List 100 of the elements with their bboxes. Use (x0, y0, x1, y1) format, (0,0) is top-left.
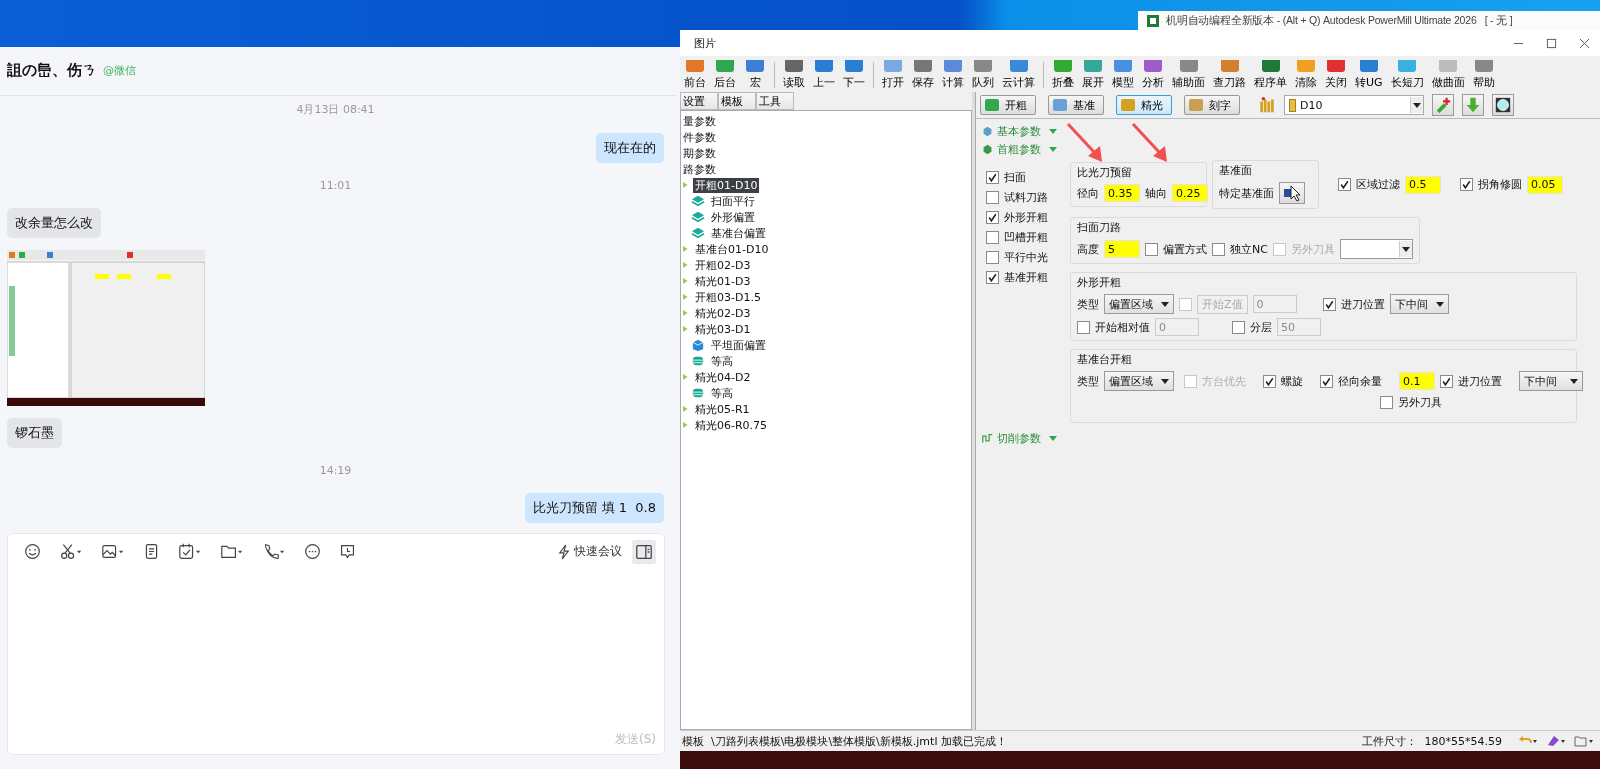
checkbox[interactable] (986, 191, 999, 204)
mode-button[interactable]: 精光 (1116, 95, 1172, 115)
tree-item[interactable]: 基准台01-D10 (693, 241, 771, 257)
toolbar-button[interactable]: 打开 (878, 60, 908, 90)
toolbar-button[interactable]: 清除 (1291, 60, 1321, 90)
tree-item[interactable]: 量参数 (681, 113, 718, 129)
tree-item[interactable]: 等高 (709, 353, 735, 369)
paint-icon[interactable] (1546, 735, 1566, 747)
toolbar-button[interactable]: 读取 (779, 60, 809, 90)
tree-item[interactable]: 精光01-D3 (693, 273, 753, 289)
mode-button[interactable]: 基准 (1048, 95, 1104, 115)
side-panel-button[interactable] (632, 539, 656, 564)
checkbox[interactable] (1145, 242, 1158, 256)
expand-icon[interactable] (1049, 435, 1057, 441)
tree-item[interactable]: 外形偏置 (709, 209, 757, 225)
checkbox[interactable] (1338, 178, 1351, 191)
add-tool-button[interactable] (1432, 94, 1454, 116)
tree-item[interactable]: 平坦面偏置 (709, 337, 768, 353)
scissors-icon[interactable] (59, 543, 83, 561)
tree-item[interactable]: 路参数 (681, 161, 718, 177)
toolbar-button[interactable]: 做曲面 (1427, 60, 1469, 90)
mode-button[interactable]: 刻字 (1184, 95, 1240, 115)
calendar-check-icon[interactable] (178, 543, 202, 561)
toolbar-button[interactable]: 队列 (968, 60, 998, 90)
chat-history-icon[interactable] (339, 543, 356, 561)
checkbox[interactable] (986, 251, 999, 264)
input-field[interactable]: 0.05 (1527, 175, 1563, 194)
checkbox[interactable] (1077, 320, 1090, 334)
toolbar-button[interactable]: 宏 (740, 60, 770, 90)
pick-button[interactable] (1279, 182, 1305, 204)
dropdown[interactable]: 下中间 (1389, 294, 1449, 314)
toolbar-button[interactable]: 帮助 (1468, 60, 1499, 90)
checkbox[interactable] (986, 211, 999, 224)
tree-item[interactable]: 精光04-D2 (693, 369, 753, 385)
tree-item[interactable]: 件参数 (681, 129, 718, 145)
section-toggle[interactable]: 切削参数 (997, 430, 1041, 446)
tab[interactable]: 工具 (756, 92, 794, 110)
input-field[interactable]: 5 (1104, 240, 1140, 258)
toolbar-button[interactable]: 展开 (1078, 60, 1108, 90)
frame-button[interactable] (1492, 94, 1514, 116)
tree-item[interactable]: 开粗03-D1.5 (693, 289, 763, 305)
toolbar-button[interactable]: 上一 (809, 60, 839, 90)
maximize-icon[interactable] (1546, 37, 1557, 49)
tree-item[interactable]: 精光02-D3 (693, 305, 753, 321)
tree-item[interactable]: 精光03-D1 (693, 321, 753, 337)
dropdown[interactable]: 下中间 (1519, 371, 1583, 391)
checkbox[interactable] (986, 171, 999, 184)
toolbar-button[interactable]: 长短刀 (1386, 60, 1428, 90)
dropdown[interactable] (1339, 239, 1413, 259)
folder-icon[interactable] (1574, 735, 1594, 747)
toolbar-button[interactable]: 辅助面 (1168, 60, 1209, 90)
tree-item[interactable]: 精光05-R1 (693, 401, 752, 417)
background-window[interactable]: 机明自动编程全新版本 - (Alt + Q) Autodesk PowerMill Ultimate 2026 [ - 无 ] (1138, 11, 1600, 30)
close-icon[interactable] (1579, 37, 1590, 49)
mode-button[interactable]: 开粗 (980, 95, 1036, 115)
toolbar-button[interactable]: 后台 (710, 60, 740, 90)
message-input[interactable]: 快速会议 发送(S) (7, 532, 665, 755)
toolbar-button[interactable]: 前台 (680, 60, 710, 90)
tree-item[interactable]: 开粗02-D3 (693, 257, 753, 273)
tree-item[interactable]: 精光06-R0.75 (693, 417, 770, 433)
input-field[interactable]: 0.5 (1405, 175, 1441, 194)
document-icon[interactable] (143, 543, 160, 561)
toolbar-button[interactable]: 云计算 (998, 60, 1039, 90)
checkbox[interactable] (1380, 396, 1393, 409)
toolbar-button[interactable]: 关闭 (1321, 60, 1351, 90)
toolbar-button[interactable]: 模型 (1108, 60, 1138, 90)
folder-icon[interactable] (220, 543, 244, 561)
tool-dropdown[interactable]: D10 (1284, 95, 1424, 115)
checkbox[interactable] (1263, 374, 1276, 388)
download-button[interactable] (1462, 94, 1484, 116)
checkbox[interactable] (1322, 297, 1336, 311)
toolbar-button[interactable]: 程序单 (1250, 60, 1291, 90)
tree-item[interactable]: 开粗01-D10 (693, 177, 760, 193)
expand-icon[interactable] (1049, 146, 1057, 152)
checkbox[interactable] (1320, 374, 1333, 388)
dropdown[interactable]: 偏置区域 (1104, 294, 1174, 314)
toolbar-button[interactable]: 保存 (908, 60, 938, 90)
checkbox[interactable] (986, 231, 999, 244)
toolbar-button[interactable]: 下一 (839, 60, 869, 90)
section-toggle[interactable]: 基本参数 (997, 123, 1041, 139)
input-field[interactable]: 0.25 (1172, 184, 1208, 202)
image-icon[interactable] (101, 543, 125, 561)
checkbox[interactable] (986, 271, 999, 284)
tree-item[interactable]: 期参数 (681, 145, 718, 161)
quick-meeting-button[interactable]: 快速会议 (558, 543, 622, 561)
toolbar-button[interactable]: 转UG (1351, 60, 1387, 90)
input-field[interactable]: 0.35 (1104, 184, 1140, 202)
checkbox[interactable] (1440, 374, 1453, 388)
tree-item[interactable]: 基准台偏置 (709, 225, 768, 241)
toolbar-button[interactable]: 查刀路 (1209, 60, 1250, 90)
screenshot-drawing[interactable] (7, 249, 205, 406)
toolbar-button[interactable]: 折叠 (1048, 60, 1078, 90)
dropdown[interactable]: 偏置区域 (1104, 371, 1174, 391)
checkbox[interactable] (1212, 242, 1225, 256)
input-field[interactable]: 0.1 (1399, 372, 1435, 390)
phone-icon[interactable] (262, 543, 286, 561)
tab[interactable]: 设置 (680, 92, 718, 110)
toolbar-button[interactable]: 分析 (1138, 60, 1168, 90)
tab[interactable]: 模板 (718, 92, 756, 110)
checkbox[interactable] (1460, 178, 1473, 191)
